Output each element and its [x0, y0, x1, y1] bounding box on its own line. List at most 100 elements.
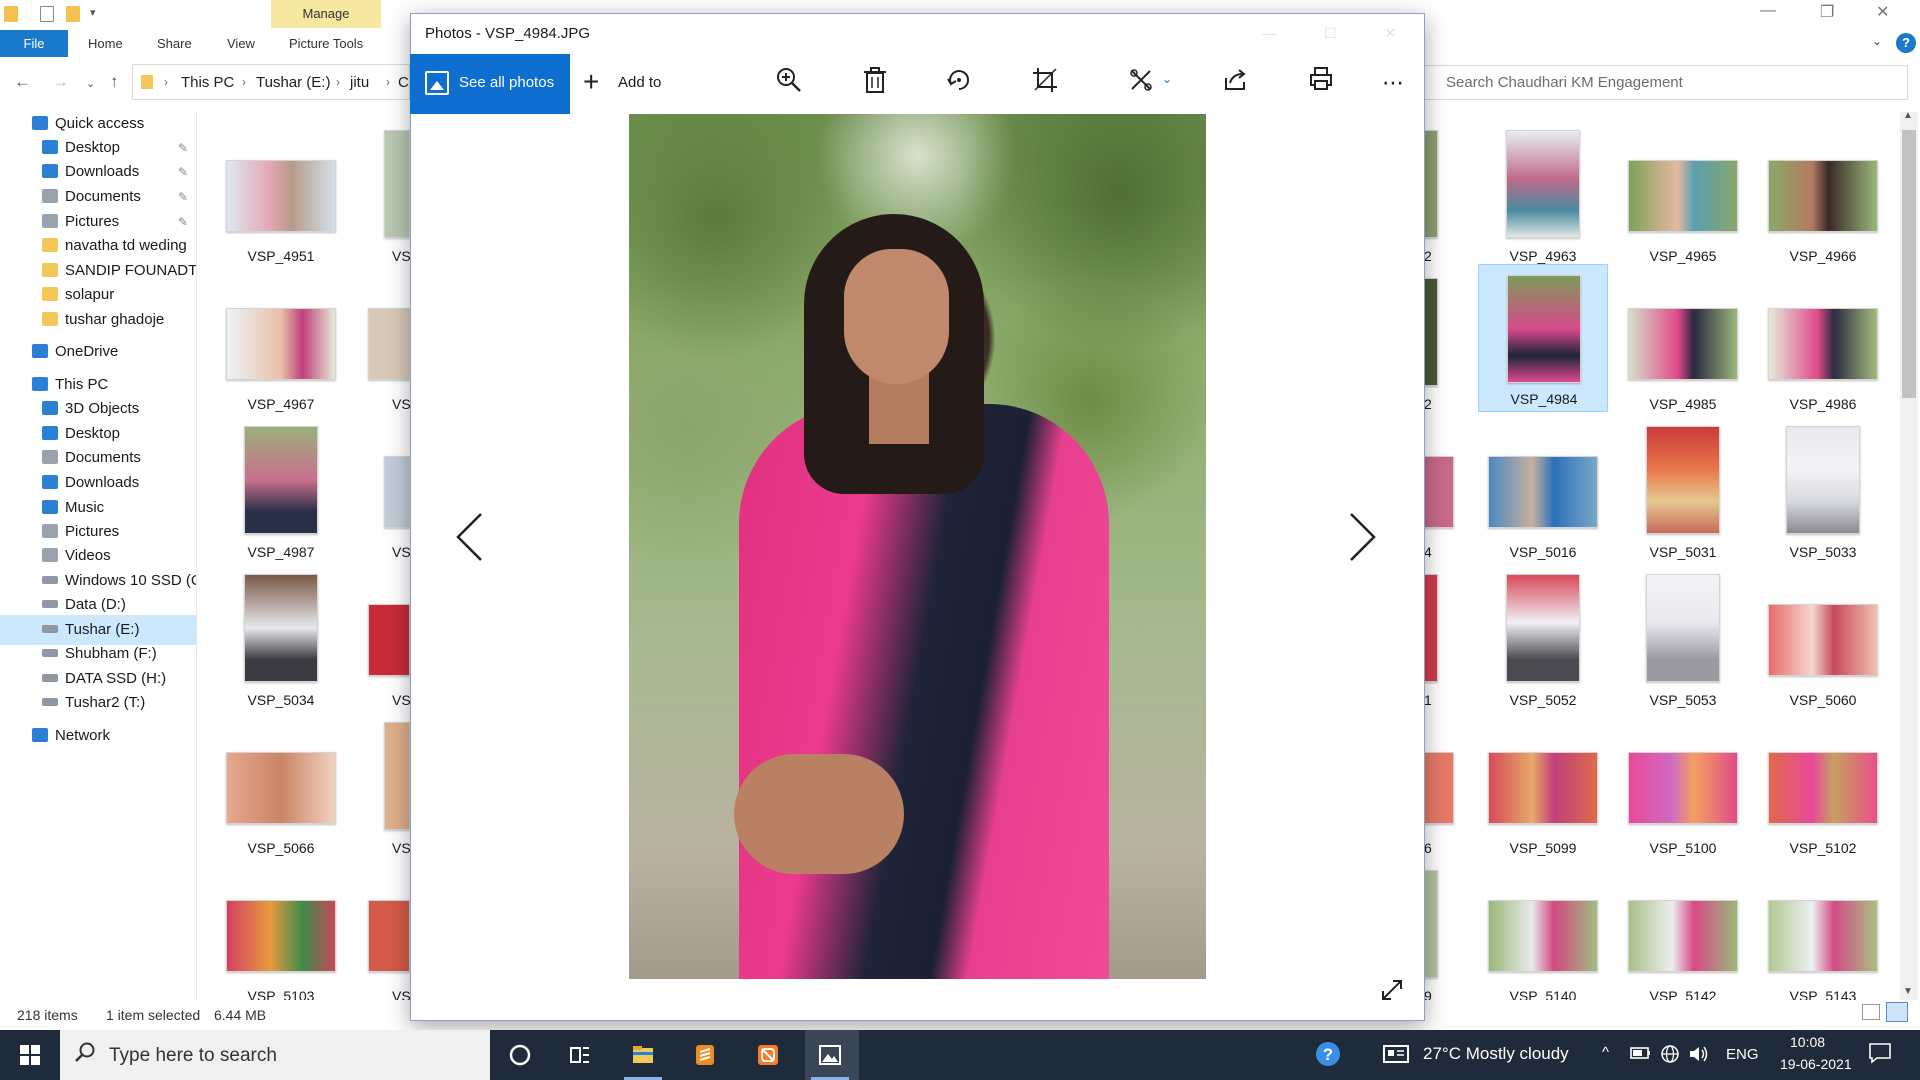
ribbon-expand-chevron-icon[interactable]: ⌄	[1872, 34, 1882, 48]
tab-picture-tools[interactable]: Picture Tools	[289, 36, 363, 51]
file-thumbnail[interactable]: VS	[380, 722, 411, 870]
edit-icon[interactable]	[1124, 66, 1158, 100]
recent-locations-icon[interactable]: ⌄	[86, 77, 95, 90]
photos-taskbar-button[interactable]	[805, 1030, 859, 1080]
tab-share[interactable]: Share	[157, 36, 192, 51]
file-thumbnail[interactable]: VSP_5060	[1758, 574, 1888, 722]
breadcrumb-item[interactable]: C	[398, 74, 409, 91]
file-thumbnail[interactable]: VSP_5143	[1758, 870, 1888, 1018]
breadcrumb-separator-icon[interactable]: ›	[386, 75, 390, 89]
file-thumbnail[interactable]: VSP_4965	[1618, 130, 1748, 278]
file-thumbnail[interactable]: VSP_5140	[1478, 870, 1608, 1018]
previous-photo-arrow-icon[interactable]	[455, 512, 485, 573]
large-icons-view-icon[interactable]	[1886, 1002, 1908, 1022]
file-thumbnail[interactable]: VSP_5142	[1618, 870, 1748, 1018]
tab-home[interactable]: Home	[88, 36, 123, 51]
file-thumbnail[interactable]: VSP_5102	[1758, 722, 1888, 870]
file-thumbnail[interactable]: VSP_5066	[216, 722, 346, 870]
rotate-icon[interactable]	[942, 66, 976, 100]
file-thumbnail[interactable]: VSP_4987	[216, 426, 346, 574]
crop-icon[interactable]	[1028, 66, 1062, 100]
tab-view[interactable]: View	[227, 36, 255, 51]
scroll-down-icon[interactable]: ▼	[1903, 986, 1913, 997]
minimize-icon[interactable]: —	[1760, 2, 1776, 20]
file-thumbnail[interactable]: VSP_4985	[1618, 278, 1748, 426]
delete-icon[interactable]	[858, 66, 892, 100]
file-thumbnail[interactable]: 2	[1424, 278, 1454, 426]
breadcrumb-item[interactable]: Tushar (E:)	[256, 74, 330, 91]
help-tips-icon[interactable]: ?	[1314, 1040, 1342, 1073]
minimize-icon[interactable]: —	[1262, 25, 1276, 41]
details-view-icon[interactable]	[1862, 1004, 1880, 1020]
file-thumbnail[interactable]: VSP_5016	[1478, 426, 1608, 574]
file-thumbnail[interactable]: VSP_4986	[1758, 278, 1888, 426]
maximize-icon[interactable]: ☐	[1324, 25, 1337, 41]
file-thumbnail[interactable]: VSP_5100	[1618, 722, 1748, 870]
file-thumbnail[interactable]: VSP_4963	[1478, 130, 1608, 278]
chevron-down-icon[interactable]: ⌄	[1162, 72, 1172, 86]
file-thumbnail[interactable]: VSP_5103	[216, 870, 346, 1018]
manage-contextual-tab[interactable]: Manage	[271, 0, 381, 28]
print-icon[interactable]	[1304, 66, 1338, 100]
breadcrumb-separator-icon[interactable]: ›	[164, 75, 168, 89]
file-thumbnail[interactable]: VSP_5052	[1478, 574, 1608, 722]
clock-date[interactable]: 19-06-2021	[1780, 1056, 1852, 1072]
nav-item[interactable]: Network	[0, 721, 196, 751]
weather-text[interactable]: 27°C Mostly cloudy	[1423, 1044, 1569, 1064]
xampp-taskbar-button[interactable]	[743, 1030, 793, 1080]
file-thumbnail[interactable]: VSP_5033	[1758, 426, 1888, 574]
nav-item[interactable]: Tushar2 (T:)	[0, 688, 196, 718]
scroll-up-icon[interactable]: ▲	[1903, 110, 1913, 121]
nav-item[interactable]: OneDrive	[0, 337, 196, 367]
file-explorer-taskbar-button[interactable]	[618, 1030, 668, 1080]
file-thumbnail[interactable]: 2	[1424, 130, 1454, 278]
notifications-icon[interactable]	[1868, 1042, 1892, 1070]
customize-qat-icon[interactable]: ▾	[90, 6, 96, 19]
clock-time[interactable]: 10:08	[1790, 1034, 1825, 1050]
show-hidden-icons-icon[interactable]: ^	[1602, 1044, 1609, 1061]
restore-icon[interactable]: ❐	[1820, 2, 1834, 22]
file-thumbnail[interactable]: VS	[380, 426, 411, 574]
breadcrumb-separator-icon[interactable]: ›	[242, 75, 246, 89]
sublime-text-taskbar-button[interactable]	[680, 1030, 730, 1080]
pane-divider[interactable]	[196, 112, 197, 1012]
back-arrow-icon[interactable]: ←	[14, 72, 31, 92]
file-thumbnail[interactable]: VSP_4951	[216, 130, 346, 278]
input-language[interactable]: ENG	[1726, 1046, 1759, 1063]
displayed-photo[interactable]	[629, 114, 1206, 979]
folder-icon[interactable]	[4, 6, 18, 22]
properties-icon[interactable]	[40, 6, 54, 22]
scrollbar-thumb[interactable]	[1902, 130, 1916, 398]
share-icon[interactable]	[1218, 66, 1252, 100]
close-icon[interactable]: ✕	[1384, 25, 1396, 41]
forward-arrow-icon[interactable]: →	[52, 72, 69, 92]
more-icon[interactable]: ⋯	[1376, 66, 1410, 100]
file-thumbnail[interactable]: 1	[1424, 574, 1454, 722]
tab-file[interactable]: File	[0, 30, 68, 57]
next-photo-arrow-icon[interactable]	[1347, 512, 1377, 573]
file-thumbnail[interactable]: VSP_5099	[1478, 722, 1608, 870]
file-thumbnail[interactable]: VSP_4966	[1758, 130, 1888, 278]
fullscreen-expand-icon[interactable]	[1380, 978, 1404, 1008]
breadcrumb-item[interactable]: This PC	[181, 74, 234, 91]
up-arrow-icon[interactable]: ↑	[110, 72, 119, 92]
cortana-button[interactable]	[495, 1030, 545, 1080]
breadcrumb-item[interactable]: jitu	[350, 74, 369, 91]
close-icon[interactable]: ✕	[1876, 2, 1889, 22]
zoom-icon[interactable]	[772, 66, 806, 100]
weather-news-icon[interactable]	[1382, 1043, 1410, 1070]
volume-icon[interactable]	[1688, 1044, 1710, 1069]
new-folder-icon[interactable]	[66, 6, 80, 22]
file-thumbnail[interactable]: VS	[368, 278, 411, 426]
file-thumbnail[interactable]: VSP_4967	[216, 278, 346, 426]
file-thumbnail[interactable]: VS	[368, 574, 411, 722]
add-to-button[interactable]: Add to	[618, 74, 661, 91]
file-thumbnail[interactable]: VS	[368, 870, 411, 1018]
file-thumbnail[interactable]: VS	[380, 130, 411, 278]
nav-item[interactable]: tushar ghadoje	[0, 305, 196, 335]
network-globe-icon[interactable]	[1660, 1044, 1680, 1069]
breadcrumb-separator-icon[interactable]: ›	[336, 75, 340, 89]
battery-icon[interactable]	[1630, 1044, 1652, 1067]
task-view-button[interactable]	[555, 1030, 605, 1080]
file-thumbnail[interactable]: 4	[1424, 426, 1454, 574]
